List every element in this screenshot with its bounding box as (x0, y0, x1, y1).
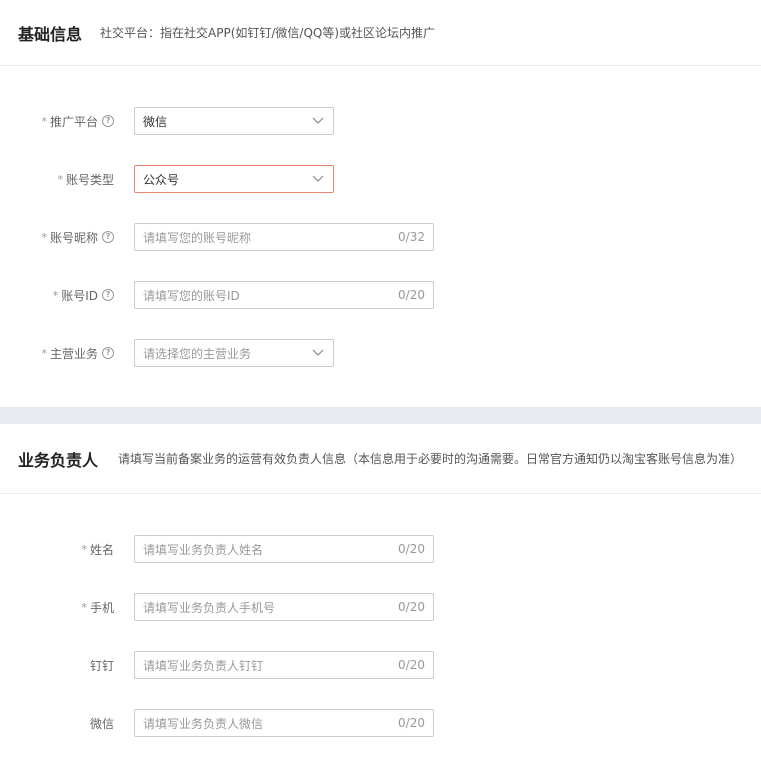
field-label-owner-dingtalk: 钉钉 (90, 651, 114, 679)
required-mark: * (41, 230, 47, 244)
main-business-select[interactable]: 请选择您的主营业务 (134, 339, 334, 367)
chevron-down-icon (311, 114, 325, 128)
help-icon[interactable]: ? (102, 115, 114, 127)
field-label-owner-name: * 姓名 (81, 535, 114, 563)
char-counter: 0/32 (398, 230, 425, 244)
form-row-account-id: * 账号ID ? 请填写您的账号ID 0/20 (0, 281, 761, 309)
field-label-platform: * 推广平台 ? (41, 107, 114, 135)
input-placeholder: 请填写业务负责人钉钉 (143, 658, 264, 673)
chevron-down-icon (311, 172, 325, 186)
field-label-text: 账号昵称 (49, 230, 98, 245)
form-row-owner-name: * 姓名 请填写业务负责人姓名 0/20 (0, 535, 761, 563)
field-label-text: 微信 (89, 716, 114, 731)
owner-wechat-input[interactable]: 请填写业务负责人微信 0/20 (134, 709, 434, 737)
char-counter: 0/20 (398, 716, 425, 730)
account-type-select[interactable]: 公众号 (134, 165, 334, 193)
basic-info-description: 社交平台：指在社交APP(如钉钉/微信/QQ等)或社区论坛内推广 (100, 26, 436, 40)
owner-phone-input[interactable]: 请填写业务负责人手机号 0/20 (134, 593, 434, 621)
input-placeholder: 请填写业务负责人姓名 (143, 542, 264, 557)
field-label-account-id: * 账号ID ? (53, 281, 114, 309)
select-placeholder: 请选择您的主营业务 (143, 346, 252, 361)
form-row-main-business: * 主营业务 ? 请选择您的主营业务 (0, 339, 761, 367)
field-label-account-type: * 账号类型 (57, 165, 114, 193)
field-label-text: 账号ID (61, 288, 98, 303)
owner-title: 业务负责人 (18, 450, 99, 470)
field-label-text: 钉钉 (89, 658, 114, 673)
field-label-main-business: * 主营业务 ? (41, 339, 114, 367)
char-counter: 0/20 (398, 658, 425, 672)
input-placeholder: 请填写您的账号ID (143, 288, 240, 303)
form-row-owner-phone: * 手机 请填写业务负责人手机号 0/20 (0, 593, 761, 621)
nickname-input[interactable]: 请填写您的账号昵称 0/32 (134, 223, 434, 251)
help-icon[interactable]: ? (102, 289, 114, 301)
input-placeholder: 请填写您的账号昵称 (143, 230, 252, 245)
owner-header: 业务负责人 请填写当前备案业务的运营有效负责人信息（本信息用于必要时的沟通需要。… (0, 424, 761, 494)
field-label-text: 主营业务 (49, 346, 98, 361)
section-separator (0, 407, 761, 424)
required-mark: * (81, 542, 87, 556)
required-mark: * (81, 600, 87, 614)
char-counter: 0/20 (398, 288, 425, 302)
char-counter: 0/20 (398, 600, 425, 614)
owner-dingtalk-input[interactable]: 请填写业务负责人钉钉 0/20 (134, 651, 434, 679)
form-row-nickname: * 账号昵称 ? 请填写您的账号昵称 0/32 (0, 223, 761, 251)
required-mark: * (41, 346, 47, 360)
account-id-input[interactable]: 请填写您的账号ID 0/20 (134, 281, 434, 309)
field-label-text: 姓名 (89, 542, 114, 557)
form-row-platform: * 推广平台 ? 微信 (0, 107, 761, 135)
basic-info-header: 基础信息 社交平台：指在社交APP(如钉钉/微信/QQ等)或社区论坛内推广 (0, 0, 761, 66)
basic-info-title: 基础信息 (18, 24, 83, 44)
input-placeholder: 请填写业务负责人手机号 (143, 600, 276, 615)
owner-description: 请填写当前备案业务的运营有效负责人信息（本信息用于必要时的沟通需要。日常官方通知… (118, 452, 743, 466)
required-mark: * (57, 172, 63, 186)
input-placeholder: 请填写业务负责人微信 (143, 716, 264, 731)
field-label-owner-wechat: 微信 (90, 709, 114, 737)
form-row-owner-wechat: 微信 请填写业务负责人微信 0/20 (0, 709, 761, 737)
help-icon[interactable]: ? (102, 231, 114, 243)
platform-select[interactable]: 微信 (134, 107, 334, 135)
select-value: 公众号 (143, 172, 180, 187)
field-label-text: 手机 (89, 600, 114, 615)
required-mark: * (52, 288, 59, 302)
form-row-account-type: * 账号类型 公众号 (0, 165, 761, 193)
field-label-owner-phone: * 手机 (81, 593, 114, 621)
select-value: 微信 (143, 114, 168, 129)
field-label-text: 推广平台 (49, 114, 98, 129)
form-row-owner-dingtalk: 钉钉 请填写业务负责人钉钉 0/20 (0, 651, 761, 679)
required-mark: * (41, 114, 47, 128)
field-label-nickname: * 账号昵称 ? (41, 223, 114, 251)
help-icon[interactable]: ? (102, 347, 114, 359)
owner-name-input[interactable]: 请填写业务负责人姓名 0/20 (134, 535, 434, 563)
field-label-text: 账号类型 (65, 172, 114, 187)
char-counter: 0/20 (398, 542, 425, 556)
chevron-down-icon (311, 346, 325, 360)
